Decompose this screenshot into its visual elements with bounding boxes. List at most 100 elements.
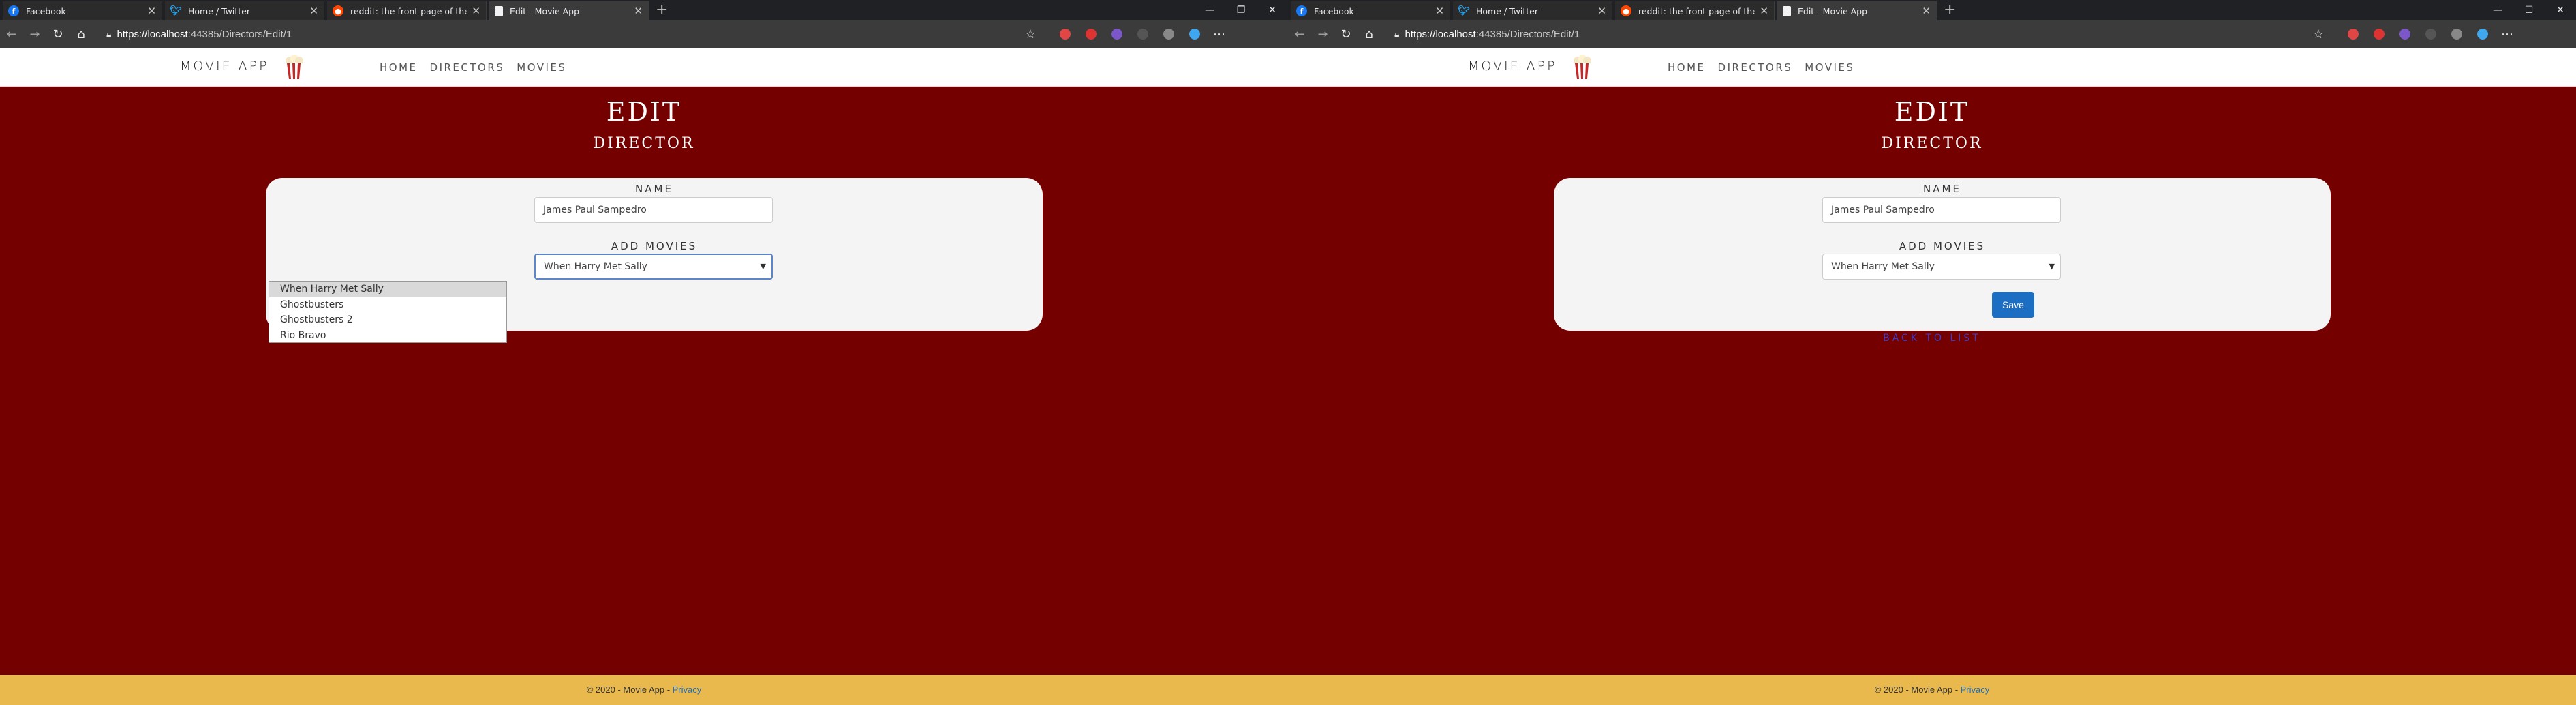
- nav-movies-link[interactable]: MOVIES: [517, 61, 566, 74]
- nav-directors-link[interactable]: DIRECTORS: [430, 61, 505, 74]
- document-icon: [495, 5, 503, 16]
- reddit-icon: ●: [333, 5, 343, 16]
- star-icon[interactable]: ☆: [2313, 27, 2324, 42]
- profile-icon[interactable]: [1189, 29, 1200, 40]
- extension-icon[interactable]: [2425, 29, 2436, 40]
- forward-icon[interactable]: →: [23, 27, 46, 42]
- extension-icon[interactable]: [1137, 29, 1148, 40]
- chevron-down-icon: ▼: [2049, 262, 2055, 271]
- close-icon[interactable]: ✕: [1435, 5, 1444, 17]
- home-icon[interactable]: ⌂: [1358, 27, 1381, 42]
- popcorn-icon: [286, 55, 303, 79]
- extension-icon[interactable]: [2348, 29, 2359, 40]
- movies-select[interactable]: When Harry Met Sally ▼: [1822, 254, 2061, 280]
- tab-title: Home / Twitter: [188, 5, 250, 16]
- close-window-icon[interactable]: ✕: [1257, 0, 1288, 20]
- page: MOVIE APP HOME DIRECTORS MOVIES EDIT DIR…: [1288, 48, 2576, 705]
- extension-icon[interactable]: [1086, 29, 1097, 40]
- nav-movies-link[interactable]: MOVIES: [1805, 61, 1854, 74]
- reddit-icon: ●: [1621, 5, 1631, 16]
- extension-icon[interactable]: [1060, 29, 1071, 40]
- star-icon[interactable]: ☆: [1025, 27, 1036, 42]
- url-host: https://localhost: [117, 28, 188, 40]
- nav-home-link[interactable]: HOME: [380, 61, 418, 74]
- extension-icon[interactable]: [2374, 29, 2385, 40]
- page-title: EDIT: [1894, 97, 1970, 127]
- reload-icon[interactable]: ↻: [46, 27, 70, 42]
- privacy-link[interactable]: Privacy: [1961, 685, 1990, 695]
- menu-icon[interactable]: ⋯: [2501, 27, 2513, 42]
- tab-edit-movie-app[interactable]: Edit - Movie App ✕: [489, 1, 649, 20]
- close-icon[interactable]: ✕: [472, 5, 480, 17]
- tab-edit-movie-app[interactable]: Edit - Movie App ✕: [1777, 1, 1937, 20]
- minimize-icon[interactable]: —: [1194, 0, 1225, 20]
- site-navbar: MOVIE APP HOME DIRECTORS MOVIES: [1288, 48, 2576, 87]
- close-icon[interactable]: ✕: [1922, 5, 1931, 17]
- tab-facebook[interactable]: f Facebook ✕: [1291, 1, 1450, 20]
- save-button[interactable]: Save: [1992, 292, 2034, 318]
- address-bar: ← → ↻ ⌂ 🔒︎ https://localhost:44385/Direc…: [1288, 20, 2576, 48]
- movies-select[interactable]: When Harry Met Sally ▼: [534, 254, 773, 280]
- document-icon: [1783, 5, 1791, 16]
- maximize-icon[interactable]: ☐: [2513, 0, 2545, 20]
- new-tab-button[interactable]: +: [656, 1, 668, 20]
- brand-logo-text[interactable]: MOVIE APP: [180, 59, 269, 74]
- url-field[interactable]: 🔒︎ https://localhost:44385/Directors/Edi…: [102, 24, 1043, 44]
- close-icon[interactable]: ✕: [1597, 5, 1606, 17]
- collections-icon[interactable]: [2451, 29, 2462, 40]
- minimize-icon[interactable]: —: [2482, 0, 2513, 20]
- home-icon[interactable]: ⌂: [70, 27, 93, 42]
- tab-title: Facebook: [1314, 5, 1354, 16]
- collections-icon[interactable]: [1163, 29, 1174, 40]
- nav-directors-link[interactable]: DIRECTORS: [1718, 61, 1793, 74]
- close-icon[interactable]: ✕: [147, 5, 156, 17]
- brand-logo-text[interactable]: MOVIE APP: [1468, 59, 1557, 74]
- close-icon[interactable]: ✕: [634, 5, 643, 17]
- tab-twitter[interactable]: 🐦︎ Home / Twitter ✕: [1453, 1, 1612, 20]
- extension-icon[interactable]: [2399, 29, 2410, 40]
- dropdown-option[interactable]: Ghostbusters: [269, 297, 506, 313]
- close-window-icon[interactable]: ✕: [2545, 0, 2576, 20]
- edit-form-card: NAME James Paul Sampedro ADD MOVIES When…: [1554, 178, 2331, 331]
- tab-facebook[interactable]: f Facebook ✕: [3, 1, 162, 20]
- twitter-icon: 🐦︎: [1458, 5, 1470, 16]
- tab-reddit[interactable]: ● reddit: the front page of the inte ✕: [327, 1, 487, 20]
- name-label: NAME: [1923, 183, 1961, 195]
- reload-icon[interactable]: ↻: [1334, 27, 1358, 42]
- page: MOVIE APP HOME DIRECTORS MOVIES EDIT DIR…: [0, 48, 1288, 705]
- movies-dropdown-list: When Harry Met Sally Ghostbusters Ghostb…: [269, 281, 507, 343]
- back-to-list-link[interactable]: BACK TO LIST: [1288, 333, 2576, 344]
- tab-twitter[interactable]: 🐦︎ Home / Twitter ✕: [165, 1, 324, 20]
- dropdown-option[interactable]: Rio Bravo: [269, 328, 506, 344]
- close-icon[interactable]: ✕: [309, 5, 318, 17]
- tab-strip: f Facebook ✕ 🐦︎ Home / Twitter ✕ ● reddi…: [1288, 0, 2576, 20]
- restore-icon[interactable]: ❐: [1225, 0, 1257, 20]
- nav-home-link[interactable]: HOME: [1668, 61, 1706, 74]
- menu-icon[interactable]: ⋯: [1213, 27, 1225, 42]
- tab-reddit[interactable]: ● reddit: the front page of the inte ✕: [1615, 1, 1775, 20]
- footer-text: © 2020 - Movie App -: [586, 685, 673, 695]
- dropdown-option[interactable]: Ghostbusters 2: [269, 312, 506, 328]
- tab-title: Edit - Movie App: [510, 5, 580, 16]
- url-path: :44385/Directors/Edit/1: [1475, 28, 1580, 40]
- tab-title: reddit: the front page of the inte: [350, 5, 468, 16]
- new-tab-button[interactable]: +: [1944, 1, 1956, 20]
- page-subtitle: DIRECTOR: [593, 135, 695, 152]
- name-input[interactable]: James Paul Sampedro: [534, 197, 773, 223]
- extensions: ⋯: [1052, 27, 1225, 42]
- tab-title: Facebook: [26, 5, 66, 16]
- add-movies-label: ADD MOVIES: [611, 240, 698, 252]
- url-field[interactable]: 🔒︎ https://localhost:44385/Directors/Edi…: [1390, 24, 2331, 44]
- extension-icon[interactable]: [1111, 29, 1122, 40]
- forward-icon[interactable]: →: [1311, 27, 1334, 42]
- page-title: EDIT: [606, 97, 682, 127]
- name-input[interactable]: James Paul Sampedro: [1822, 197, 2061, 223]
- profile-icon[interactable]: [2477, 29, 2488, 40]
- privacy-link[interactable]: Privacy: [673, 685, 702, 695]
- movies-select-value: When Harry Met Sally: [544, 261, 647, 272]
- back-icon[interactable]: ←: [0, 27, 23, 42]
- site-navbar: MOVIE APP HOME DIRECTORS MOVIES: [0, 48, 1288, 87]
- dropdown-option[interactable]: When Harry Met Sally: [269, 282, 506, 297]
- back-icon[interactable]: ←: [1288, 27, 1311, 42]
- close-icon[interactable]: ✕: [1760, 5, 1768, 17]
